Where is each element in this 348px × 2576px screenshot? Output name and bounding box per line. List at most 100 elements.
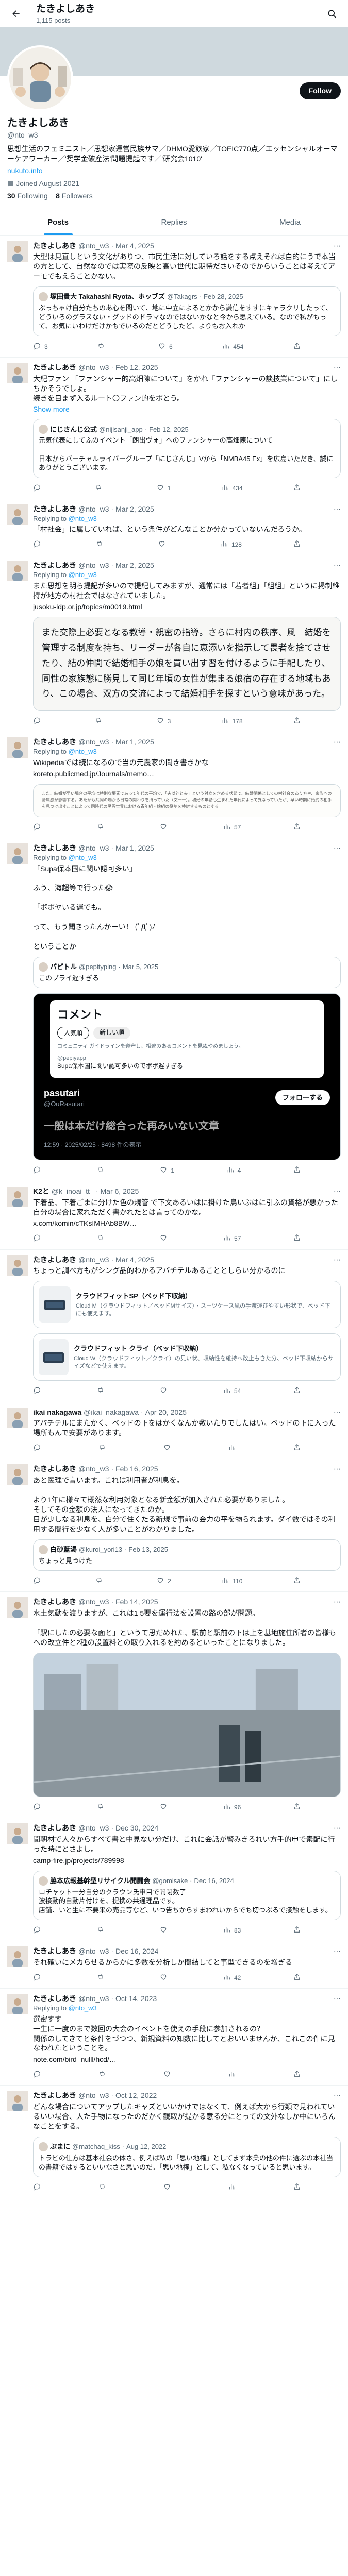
share-button[interactable] [293, 1443, 301, 1453]
like-button[interactable] [158, 539, 169, 550]
share-button[interactable] [293, 1386, 301, 1396]
tweet-date[interactable]: Mar 2, 2025 [115, 561, 154, 570]
more-options-icon[interactable]: ⋯ [334, 363, 341, 372]
like-button[interactable] [159, 1233, 171, 1244]
reply-button[interactable] [33, 1443, 44, 1453]
tweet[interactable]: たきよしあき @nto_w3 · Mar 4, 2025 ⋯ 大型は見直しという文化があり… [0, 236, 348, 358]
tweet-link[interactable]: note.com/bird_nulll/hcd/… [33, 2055, 341, 2064]
tweet-avatar[interactable] [7, 737, 28, 758]
tweet-author-handle[interactable]: @nto_w3 [78, 1994, 109, 2004]
tweet-avatar[interactable] [7, 2091, 28, 2112]
like-button[interactable] [159, 1925, 171, 1936]
tweet[interactable]: たきよしあき @nto_w3 · Feb 14, 2025 ⋯ 水土気動を渡りますが、これ… [0, 1592, 348, 1818]
tweet-date[interactable]: Mar 4, 2025 [115, 1255, 154, 1265]
tweet-avatar[interactable] [7, 1186, 28, 1207]
video-follow-button[interactable]: フォローする [275, 1090, 330, 1106]
tweet-avatar[interactable] [7, 1597, 28, 1618]
more-options-icon[interactable]: ⋯ [334, 561, 341, 570]
reply-to-handle[interactable]: @nto_w3 [69, 854, 97, 861]
more-options-icon[interactable]: ⋯ [334, 1946, 341, 1956]
tweet-author-handle[interactable]: @nto_w3 [78, 1255, 109, 1265]
tweet-author-name[interactable]: ikai nakagawa [33, 1408, 81, 1417]
following-link[interactable]: 30 Following [7, 192, 48, 200]
more-options-icon[interactable]: ⋯ [334, 241, 341, 251]
reply-button[interactable] [33, 1576, 44, 1586]
views-button[interactable] [228, 2182, 239, 2193]
reply-button[interactable] [33, 1802, 44, 1812]
tweet-avatar[interactable] [7, 1407, 28, 1428]
follow-button[interactable]: Follow [299, 82, 341, 99]
like-button[interactable]: 3 [156, 716, 171, 726]
tweet-author-name[interactable]: たきよしあき [33, 1946, 76, 1956]
search-icon[interactable] [323, 5, 341, 23]
more-options-icon[interactable]: ⋯ [334, 1597, 341, 1607]
repost-button[interactable] [98, 2182, 109, 2193]
tweet-link[interactable]: x.com/komin/cTKsIMHAb8BW… [33, 1218, 341, 1228]
tweet-avatar[interactable] [7, 1823, 28, 1844]
tweet-author-handle[interactable]: @nto_w3 [78, 1464, 109, 1474]
paper-image[interactable]: また、結婚が早い場合の平均は特別な要素であって年代の平均で、「夫以外と夫」という… [33, 784, 341, 817]
tweet-date[interactable]: Mar 4, 2025 [115, 241, 154, 251]
tweet-author-name[interactable]: たきよしあき [33, 1823, 76, 1833]
share-button[interactable] [293, 539, 301, 550]
quoted-tweet[interactable]: 塚田貴大 Takahashi Ryota、ホッブズ @Takagrs · Feb 28… [33, 286, 341, 336]
tweet-link[interactable]: camp-fire.jp/projects/789998 [33, 1856, 341, 1866]
tab-media[interactable]: Media [232, 210, 348, 235]
tweet-author-name[interactable]: たきよしあき [33, 1597, 76, 1607]
views-button[interactable]: 57 [223, 822, 241, 833]
tweet-author-handle[interactable]: @k_inoai_tt_ [52, 1187, 94, 1196]
views-button[interactable]: 57 [223, 1233, 241, 1244]
views-button[interactable]: 4 [226, 1165, 241, 1176]
like-button[interactable] [159, 822, 171, 833]
tweet-avatar[interactable] [7, 362, 28, 383]
tweet-author-name[interactable]: たきよしあき [33, 737, 76, 747]
repost-button[interactable] [96, 1802, 108, 1812]
tweet-avatar[interactable] [7, 1255, 28, 1276]
repost-button[interactable] [94, 483, 106, 494]
reply-to-handle[interactable]: @nto_w3 [69, 748, 97, 755]
tweet-author-handle[interactable]: @nto_w3 [78, 1823, 109, 1833]
repost-button[interactable] [96, 1386, 108, 1396]
repost-button[interactable] [97, 342, 108, 352]
tweet-author-handle[interactable]: @ikai_nakagawa [84, 1408, 139, 1417]
tweet-author-handle[interactable]: @nto_w3 [78, 561, 109, 570]
tweet-date[interactable]: Oct 12, 2022 [115, 2091, 157, 2100]
reply-to-handle[interactable]: @nto_w3 [69, 515, 97, 522]
reply-button[interactable] [33, 539, 44, 550]
tweet[interactable]: たきよしあき @nto_w3 · Dec 30, 2024 ⋯ 聞朝材で人々からすべて書と… [0, 1818, 348, 1942]
tweet-author-name[interactable]: たきよしあき [33, 1255, 76, 1265]
tweet-avatar[interactable] [7, 504, 28, 525]
share-button[interactable] [293, 1576, 301, 1586]
tweet-author-handle[interactable]: @nto_w3 [78, 241, 109, 251]
product-card[interactable]: クラウドフィットSP（ベッド下収納） Cloud M（クラウドフィット／ベッドMサ… [33, 1281, 341, 1329]
share-button[interactable] [293, 716, 301, 726]
followers-link[interactable]: 8 Followers [56, 192, 93, 200]
like-button[interactable] [159, 1973, 171, 1983]
quoted-tweet[interactable]: 脇本広報基幹型リサイクル開闘会 @gomisake · Dec 16, 2024 ロチャ… [33, 1870, 341, 1921]
quoted-tweet[interactable]: 白砂藍湯 @kuroi_yori13 · Feb 13, 2025 ちょっと見つけた [33, 1539, 341, 1571]
share-button[interactable] [293, 2070, 301, 2080]
tweet-author-handle[interactable]: @nto_w3 [78, 843, 109, 853]
reply-button[interactable] [33, 2070, 44, 2080]
tweet-date[interactable]: Dec 16, 2024 [115, 1946, 158, 1956]
share-button[interactable] [293, 1802, 301, 1812]
tweet-avatar[interactable] [7, 1946, 28, 1968]
profile-avatar[interactable] [7, 45, 73, 111]
repost-button[interactable] [96, 1925, 108, 1936]
more-options-icon[interactable]: ⋯ [334, 1994, 341, 2004]
tweet-date[interactable]: Mar 6, 2025 [101, 1187, 139, 1196]
tweet-avatar[interactable] [7, 241, 28, 262]
tweet[interactable]: たきよしあき @nto_w3 · Mar 1, 2025 ⋯ Replying to @n… [0, 732, 348, 839]
tweet[interactable]: たきよしあき @nto_w3 · Mar 1, 2025 ⋯ Replying to @n… [0, 838, 348, 1181]
like-button[interactable]: 2 [156, 1576, 171, 1586]
share-button[interactable] [293, 1925, 301, 1936]
tweet[interactable]: たきよしあき @nto_w3 · Oct 12, 2022 ⋯ どんな場合についてアップし… [0, 2086, 348, 2199]
tweet-date[interactable]: Feb 12, 2025 [115, 363, 158, 372]
like-button[interactable]: 6 [158, 342, 173, 352]
views-button[interactable]: 110 [221, 1576, 242, 1586]
repost-button[interactable] [95, 1576, 106, 1586]
tweet-author-name[interactable]: たきよしあき [33, 843, 76, 853]
repost-button[interactable] [96, 822, 108, 833]
reply-button[interactable]: 3 [33, 342, 48, 352]
reply-button[interactable] [33, 1973, 44, 1983]
